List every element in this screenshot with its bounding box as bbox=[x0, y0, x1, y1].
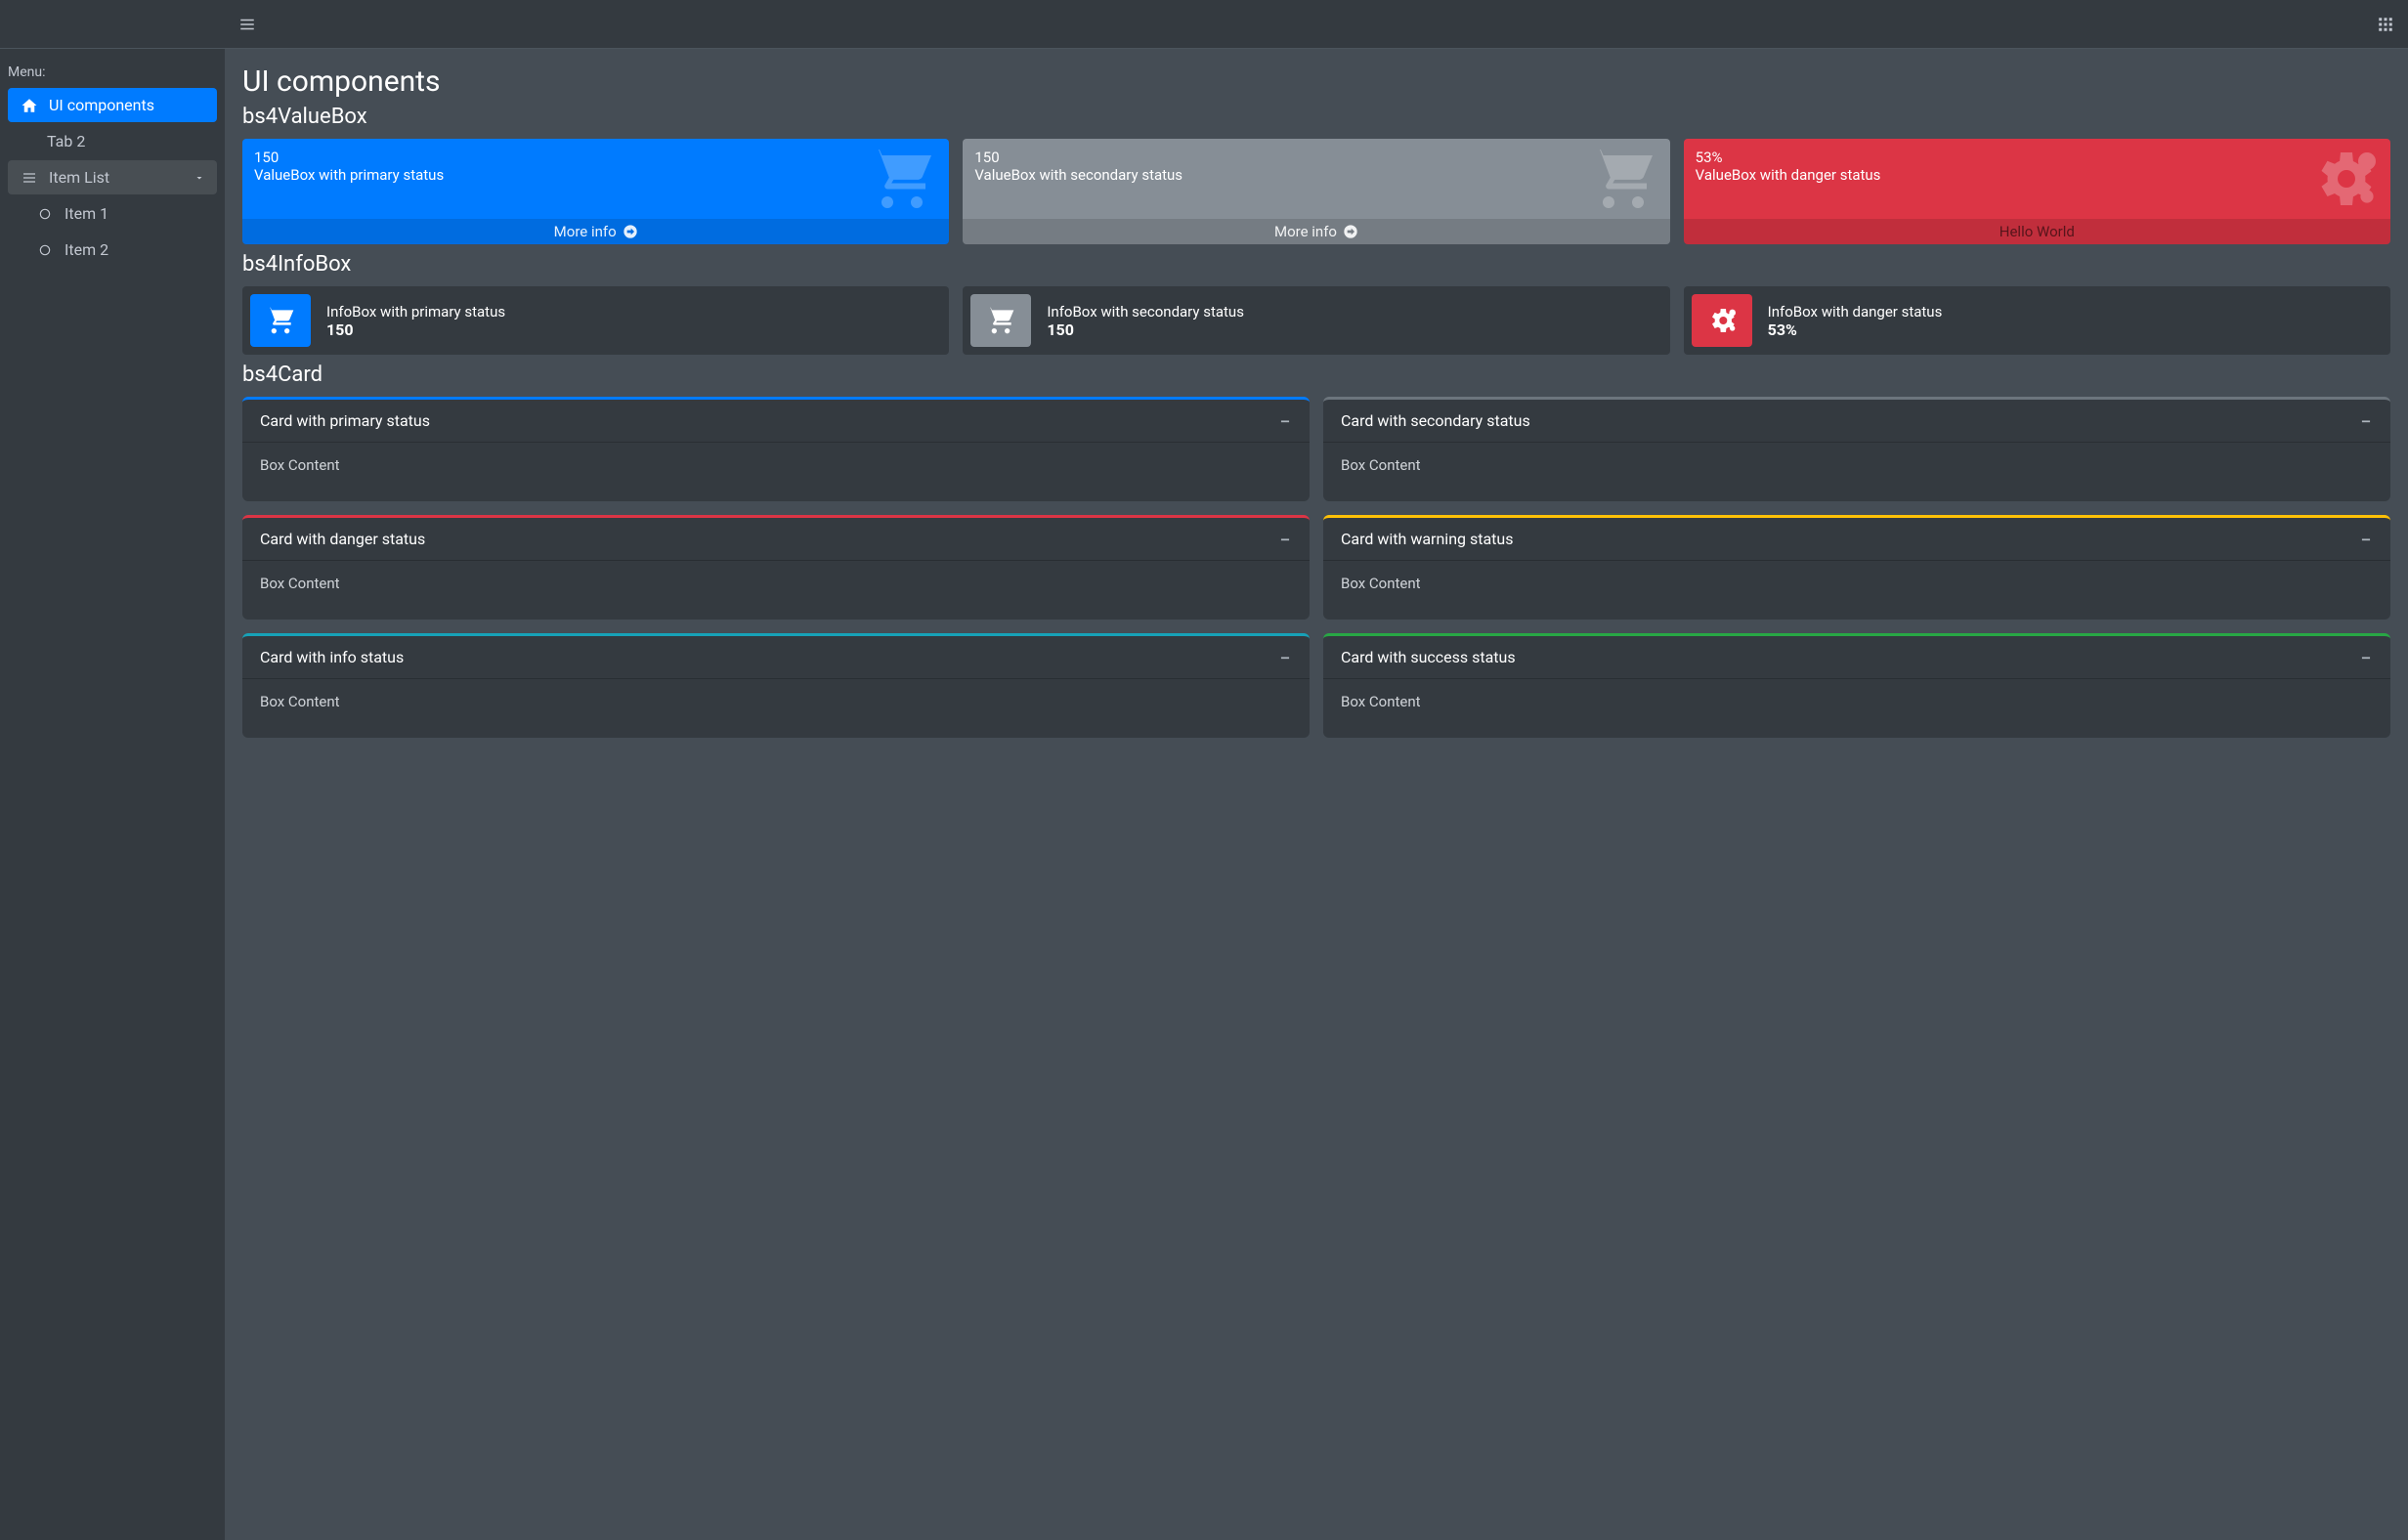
card-danger: Card with danger status Box Content bbox=[242, 515, 1310, 620]
card-body: Box Content bbox=[242, 679, 1310, 738]
card-title: Card with secondary status bbox=[1341, 411, 1530, 430]
valuebox-footer-link[interactable]: Hello World bbox=[1684, 219, 2390, 244]
card-body: Box Content bbox=[242, 443, 1310, 501]
minus-icon bbox=[1278, 533, 1292, 546]
valuebox-footer-label: Hello World bbox=[2000, 223, 2075, 240]
infobox-value: 150 bbox=[326, 321, 505, 339]
circle-icon bbox=[35, 207, 55, 221]
infobox-value: 150 bbox=[1047, 321, 1244, 339]
infobox-secondary: InfoBox with secondary status 150 bbox=[963, 286, 1669, 355]
minus-icon bbox=[1278, 651, 1292, 664]
card-title: Card with warning status bbox=[1341, 530, 1513, 548]
card-warning: Card with warning status Box Content bbox=[1323, 515, 2390, 620]
section-title-card: bs4Card bbox=[242, 363, 2390, 387]
card-body: Box Content bbox=[1323, 679, 2390, 738]
sidebar-menu-label: Menu: bbox=[8, 57, 217, 88]
card-body: Box Content bbox=[1323, 561, 2390, 620]
valuebox-danger: 53% ValueBox with danger status Hello Wo… bbox=[1684, 139, 2390, 244]
bars-icon bbox=[20, 170, 39, 186]
card-body: Box Content bbox=[1323, 443, 2390, 501]
sidebar-item-label: Item 2 bbox=[64, 240, 108, 259]
sidebar-item-label: Item List bbox=[49, 168, 109, 187]
card-primary: Card with primary status Box Content bbox=[242, 397, 1310, 501]
sidebar-item-item1[interactable]: Item 1 bbox=[8, 196, 217, 231]
card-info: Card with info status Box Content bbox=[242, 633, 1310, 738]
valuebox-value: 150 bbox=[254, 149, 937, 166]
sidebar-toggle-button[interactable] bbox=[238, 16, 256, 33]
sidebar-item-item2[interactable]: Item 2 bbox=[8, 233, 217, 267]
infobox-value: 53% bbox=[1768, 321, 1943, 339]
sidebar-item-label: Tab 2 bbox=[47, 132, 85, 150]
card-title: Card with primary status bbox=[260, 411, 430, 430]
valuebox-subtitle: ValueBox with primary status bbox=[254, 166, 937, 184]
valuebox-subtitle: ValueBox with danger status bbox=[1696, 166, 2379, 184]
collapse-button[interactable] bbox=[1278, 651, 1292, 664]
infobox-title: InfoBox with primary status bbox=[326, 303, 505, 321]
card-title: Card with danger status bbox=[260, 530, 425, 548]
valuebox-footer-label: More info bbox=[554, 223, 617, 240]
cart-icon bbox=[250, 294, 311, 347]
sidebar-item-tab2[interactable]: Tab 2 bbox=[8, 124, 217, 158]
card-success: Card with success status Box Content bbox=[1323, 633, 2390, 738]
valuebox-primary: 150 ValueBox with primary status More in… bbox=[242, 139, 949, 244]
card-title: Card with info status bbox=[260, 648, 404, 666]
infobox-title: InfoBox with secondary status bbox=[1047, 303, 1244, 321]
infobox-primary: InfoBox with primary status 150 bbox=[242, 286, 949, 355]
card-body: Box Content bbox=[242, 561, 1310, 620]
section-title-infobox: bs4InfoBox bbox=[242, 252, 2390, 277]
sidebar-item-ui-components[interactable]: UI components bbox=[8, 88, 217, 122]
topbar bbox=[225, 0, 2408, 49]
cart-icon bbox=[970, 294, 1031, 347]
collapse-button[interactable] bbox=[2359, 651, 2373, 664]
sidebar-item-item-list[interactable]: Item List bbox=[8, 160, 217, 194]
content: UI components bs4ValueBox 150 ValueBox w… bbox=[225, 49, 2408, 1540]
sidebar: Menu: UI components Tab 2 Item List Item… bbox=[0, 0, 225, 1540]
collapse-button[interactable] bbox=[1278, 533, 1292, 546]
minus-icon bbox=[2359, 414, 2373, 428]
card-title: Card with success status bbox=[1341, 648, 1516, 666]
circle-icon bbox=[35, 243, 55, 257]
collapse-button[interactable] bbox=[1278, 414, 1292, 428]
valuebox-footer-label: More info bbox=[1274, 223, 1337, 240]
gears-icon bbox=[2308, 144, 2379, 214]
valuebox-value: 150 bbox=[974, 149, 1657, 166]
infobox-title: InfoBox with danger status bbox=[1768, 303, 1943, 321]
cart-icon bbox=[1588, 144, 1658, 214]
home-icon bbox=[20, 97, 39, 114]
sidebar-item-label: UI components bbox=[49, 96, 154, 114]
cart-icon bbox=[867, 144, 937, 214]
valuebox-footer-link[interactable]: More info bbox=[242, 219, 949, 244]
valuebox-subtitle: ValueBox with secondary status bbox=[974, 166, 1657, 184]
valuebox-footer-link[interactable]: More info bbox=[963, 219, 1669, 244]
chevron-down-icon bbox=[194, 172, 205, 184]
arrow-right-circle-icon bbox=[623, 224, 638, 239]
infobox-danger: InfoBox with danger status 53% bbox=[1684, 286, 2390, 355]
collapse-button[interactable] bbox=[2359, 414, 2373, 428]
arrow-right-circle-icon bbox=[1343, 224, 1358, 239]
minus-icon bbox=[1278, 414, 1292, 428]
page-title: UI components bbox=[242, 64, 2390, 99]
collapse-button[interactable] bbox=[2359, 533, 2373, 546]
gears-icon bbox=[1692, 294, 1752, 347]
card-secondary: Card with secondary status Box Content bbox=[1323, 397, 2390, 501]
grid-apps-button[interactable] bbox=[2377, 16, 2394, 33]
minus-icon bbox=[2359, 651, 2373, 664]
minus-icon bbox=[2359, 533, 2373, 546]
main: UI components bs4ValueBox 150 ValueBox w… bbox=[225, 0, 2408, 1540]
section-title-valuebox: bs4ValueBox bbox=[242, 105, 2390, 129]
sidebar-brand-gap bbox=[0, 0, 225, 49]
sidebar-item-label: Item 1 bbox=[64, 204, 108, 223]
valuebox-value: 53% bbox=[1696, 149, 2379, 166]
valuebox-secondary: 150 ValueBox with secondary status More … bbox=[963, 139, 1669, 244]
